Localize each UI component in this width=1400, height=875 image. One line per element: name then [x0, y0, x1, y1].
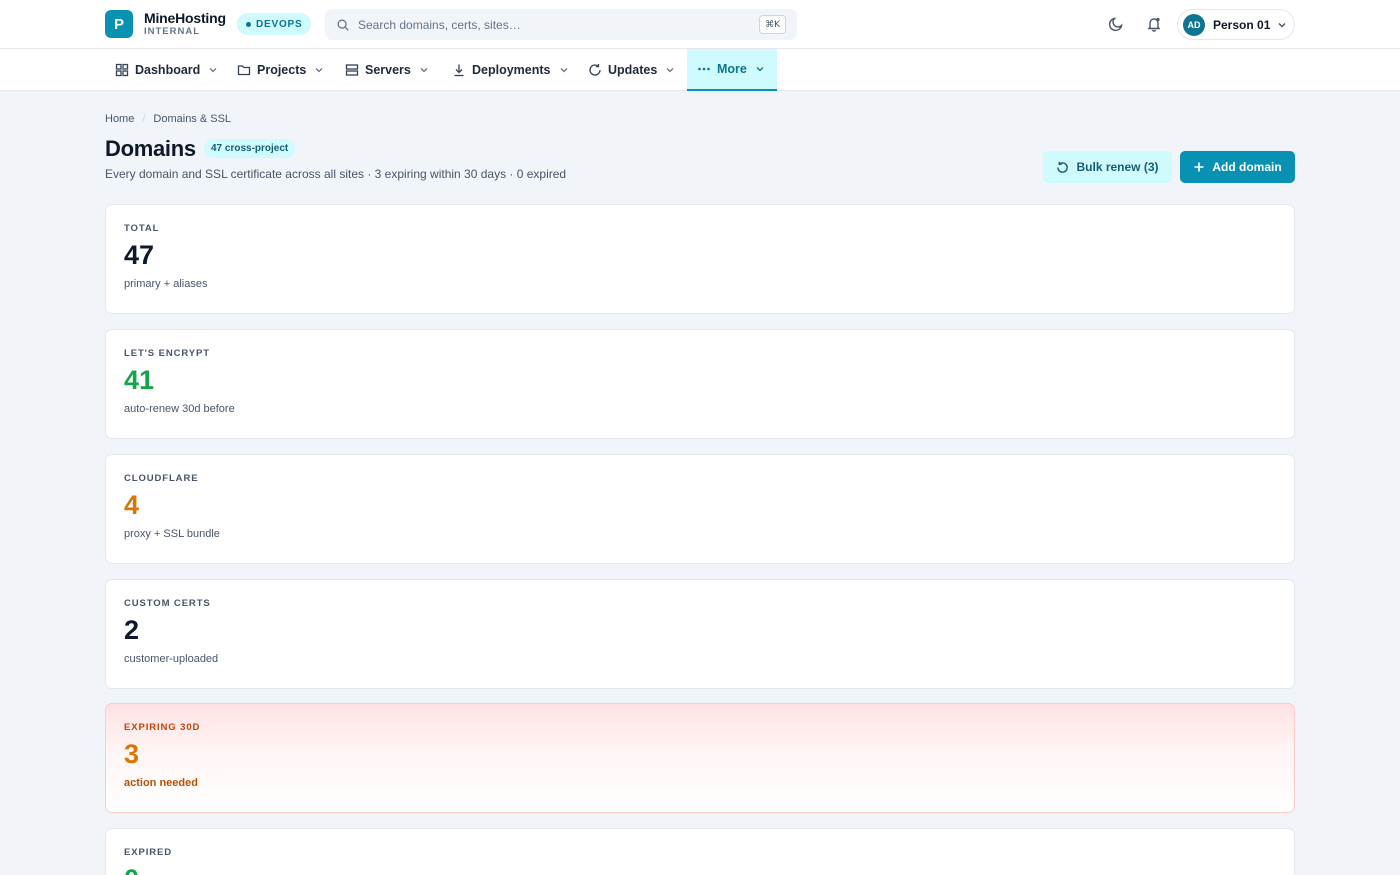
nav-projects[interactable]: Projects	[227, 49, 334, 91]
stat-label: CLOUDFLARE	[124, 473, 199, 484]
stat-card-total: TOTAL 47 primary + aliases	[105, 204, 1295, 314]
chevron-down-icon	[315, 68, 323, 73]
stat-note: customer-uploaded	[124, 653, 219, 665]
stat-label: EXPIRING 30D	[124, 722, 201, 733]
search-icon	[337, 19, 349, 31]
top-bar: P MineHosting INTERNAL DEVOPS Search dom…	[0, 0, 1400, 49]
breadcrumb-home[interactable]: Home	[105, 113, 134, 125]
nav-servers[interactable]: Servers	[335, 49, 439, 91]
stat-note: action needed	[124, 777, 198, 789]
stat-label: CUSTOM CERTS	[124, 598, 211, 609]
nav-dashboard[interactable]: Dashboard	[105, 49, 228, 91]
logo: P	[105, 10, 133, 38]
stat-note: proxy + SSL bundle	[124, 528, 220, 540]
nav-more[interactable]: More	[687, 49, 777, 91]
stat-value: 4	[124, 490, 140, 520]
add-domain-button[interactable]: Add domain	[1180, 151, 1295, 183]
chevron-down-icon	[420, 68, 428, 73]
stat-value: 41	[124, 365, 155, 395]
chevron-down-icon	[209, 68, 217, 73]
search-input[interactable]: Search domains, certs, sites… ⌘K	[325, 9, 797, 40]
stat-card-expired: EXPIRED 0	[105, 828, 1295, 875]
moon-icon	[1108, 17, 1123, 32]
dots-icon	[698, 67, 710, 71]
stat-value: 2	[124, 615, 140, 645]
nav-deployments[interactable]: Deployments	[442, 49, 579, 91]
user-name: Person 01	[1213, 17, 1271, 32]
search-placeholder: Search domains, certs, sites…	[358, 17, 521, 32]
avatar: AD	[1183, 13, 1205, 36]
stat-label: LET'S ENCRYPT	[124, 348, 210, 359]
chevron-down-icon	[666, 68, 674, 73]
brand[interactable]: P MineHosting INTERNAL	[105, 10, 226, 38]
breadcrumb-current: Domains & SSL	[153, 113, 232, 125]
server-icon	[345, 64, 359, 76]
page-subtitle: Every domain and SSL certificate across …	[105, 167, 567, 181]
chevron-down-icon	[1278, 22, 1286, 27]
chevron-down-icon	[560, 68, 567, 73]
folder-icon	[237, 65, 251, 76]
user-menu[interactable]: AD Person 01	[1177, 9, 1295, 40]
stat-note: auto-renew 30d before	[124, 403, 235, 415]
stat-value: 0	[124, 863, 1294, 875]
count-badge: 47 cross-project	[204, 139, 296, 158]
chevron-down-icon	[756, 67, 764, 72]
download-icon	[454, 64, 464, 77]
notifications-button[interactable]	[1144, 14, 1164, 34]
stat-value: 47	[124, 240, 155, 270]
breadcrumb-separator: /	[142, 113, 146, 125]
theme-toggle-button[interactable]	[1106, 14, 1126, 34]
nav-updates[interactable]: Updates	[578, 49, 685, 91]
stat-value: 3	[124, 739, 140, 769]
stat-note: primary + aliases	[124, 278, 208, 290]
stat-card-lets-encrypt: LET'S ENCRYPT 41 auto-renew 30d before	[105, 329, 1295, 439]
bulk-renew-button[interactable]: Bulk renew (3)	[1043, 151, 1172, 183]
stat-card-custom-certs: CUSTOM CERTS 2 customer-uploaded	[105, 579, 1295, 689]
stat-label: TOTAL	[124, 223, 160, 234]
refresh-icon	[1057, 161, 1069, 173]
environment-badge: DEVOPS	[237, 13, 312, 35]
stat-card-cloudflare: CLOUDFLARE 4 proxy + SSL bundle	[105, 454, 1295, 564]
stat-card-expiring: EXPIRING 30D 3 action needed	[105, 703, 1295, 813]
stat-label: EXPIRED	[124, 847, 173, 858]
status-dot-icon	[246, 21, 251, 27]
page-title: Domains	[105, 136, 196, 161]
brand-sub: INTERNAL	[144, 26, 201, 38]
main-nav: Dashboard Projects Servers Deployments U…	[0, 49, 1400, 91]
breadcrumb: Home / Domains & SSL	[105, 113, 231, 125]
refresh-icon	[589, 64, 601, 76]
grid-icon	[115, 63, 129, 77]
plus-icon	[1194, 162, 1204, 172]
search-shortcut: ⌘K	[759, 15, 786, 34]
brand-name: MineHosting	[144, 10, 226, 27]
bell-icon	[1147, 17, 1161, 32]
